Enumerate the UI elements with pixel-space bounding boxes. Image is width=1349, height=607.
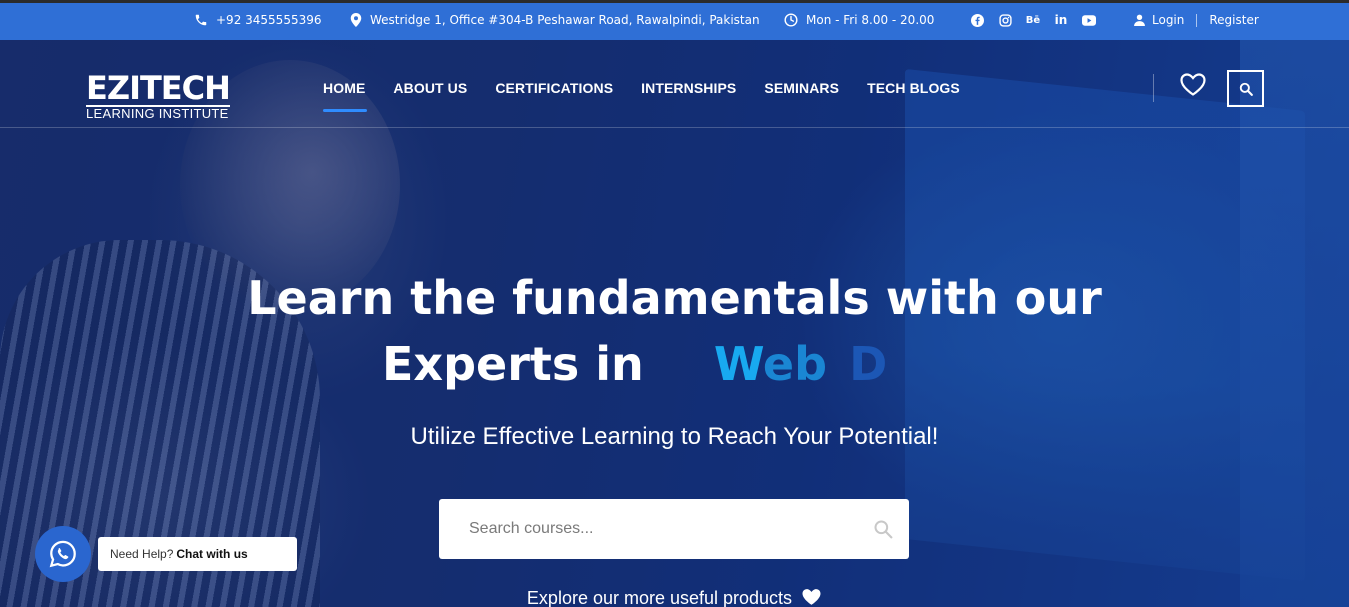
user-icon bbox=[1134, 14, 1145, 26]
rotating-text-part-1: W bbox=[713, 337, 763, 391]
clock-icon bbox=[784, 13, 798, 27]
rotating-text-part-2: eb bbox=[762, 337, 828, 391]
location-pin-icon bbox=[350, 13, 362, 27]
nav-item-tech-blogs[interactable]: TECH BLOGS bbox=[867, 80, 960, 96]
behance-icon[interactable]: Bē bbox=[1026, 13, 1040, 27]
login-link[interactable]: Login bbox=[1152, 13, 1184, 27]
main-navbar: EZITECH LEARNING INSTITUTE HOME ABOUT US… bbox=[0, 40, 1349, 128]
address-contact[interactable]: Westridge 1, Office #304-B Peshawar Road… bbox=[350, 13, 760, 27]
rotating-text: Web D bbox=[714, 337, 887, 391]
logo-subtitle: LEARNING INSTITUTE bbox=[86, 105, 230, 121]
whatsapp-chat-tooltip[interactable]: Need Help? Chat with us bbox=[98, 537, 297, 571]
nav-item-home[interactable]: HOME bbox=[323, 80, 368, 112]
auth-links: Login Register bbox=[1133, 13, 1259, 27]
main-menu: HOME ABOUT US CERTIFICATIONS INTERNSHIPS… bbox=[323, 80, 960, 112]
address-text: Westridge 1, Office #304-B Peshawar Road… bbox=[370, 13, 760, 27]
header-search-button[interactable] bbox=[1227, 70, 1264, 107]
nav-item-certifications[interactable]: CERTIFICATIONS bbox=[495, 80, 613, 96]
linkedin-icon[interactable]: in bbox=[1054, 13, 1068, 27]
course-search-input[interactable] bbox=[469, 520, 869, 538]
search-icon bbox=[1239, 82, 1253, 96]
explore-products-link[interactable]: Explore our more useful products bbox=[0, 588, 1349, 607]
headline-line-2: Experts in Web D bbox=[0, 331, 1349, 397]
phone-number: +92 3455555396 bbox=[216, 13, 322, 27]
rotating-text-part-3: D bbox=[849, 337, 888, 391]
whatsapp-chat-button[interactable] bbox=[35, 526, 91, 582]
auth-divider bbox=[1196, 13, 1198, 27]
phone-icon bbox=[195, 14, 207, 26]
hero-tagline: Utilize Effective Learning to Reach Your… bbox=[410, 423, 939, 450]
heart-icon bbox=[802, 589, 821, 605]
hero-section: EZITECH LEARNING INSTITUTE HOME ABOUT US… bbox=[0, 40, 1349, 607]
facebook-icon[interactable] bbox=[970, 13, 984, 27]
course-search-box bbox=[439, 499, 909, 559]
headline-line-1: Learn the fundamentals with our bbox=[247, 271, 1102, 325]
explore-text: Explore our more useful products bbox=[526, 588, 793, 607]
heart-icon bbox=[1180, 73, 1206, 96]
social-links: Bē in bbox=[970, 13, 1096, 27]
instagram-icon[interactable] bbox=[998, 13, 1012, 27]
search-icon[interactable] bbox=[873, 519, 893, 539]
whatsapp-cta: Chat with us bbox=[176, 547, 248, 561]
wishlist-button[interactable] bbox=[1180, 73, 1206, 100]
nav-divider bbox=[1153, 74, 1154, 102]
headline-line-2-text: Experts in bbox=[382, 337, 644, 391]
logo-brand: EZITECH bbox=[86, 69, 231, 107]
youtube-icon[interactable] bbox=[1082, 13, 1096, 27]
whatsapp-icon bbox=[49, 540, 76, 568]
nav-item-about-us[interactable]: ABOUT US bbox=[393, 80, 467, 96]
hours-text: Mon - Fri 8.00 - 20.00 bbox=[806, 13, 935, 27]
office-hours: Mon - Fri 8.00 - 20.00 bbox=[784, 13, 934, 27]
whatsapp-prefix: Need Help? bbox=[110, 547, 174, 561]
nav-item-internships[interactable]: INTERNSHIPS bbox=[641, 80, 736, 96]
site-logo[interactable]: EZITECH LEARNING INSTITUTE bbox=[86, 69, 231, 121]
top-info-bar: +92 3455555396 Westridge 1, Office #304-… bbox=[0, 0, 1349, 40]
phone-contact[interactable]: +92 3455555396 bbox=[194, 13, 322, 27]
nav-item-seminars[interactable]: SEMINARS bbox=[764, 80, 839, 96]
hero-headline: Learn the fundamentals with our Experts … bbox=[0, 265, 1349, 397]
register-link[interactable]: Register bbox=[1209, 13, 1258, 27]
